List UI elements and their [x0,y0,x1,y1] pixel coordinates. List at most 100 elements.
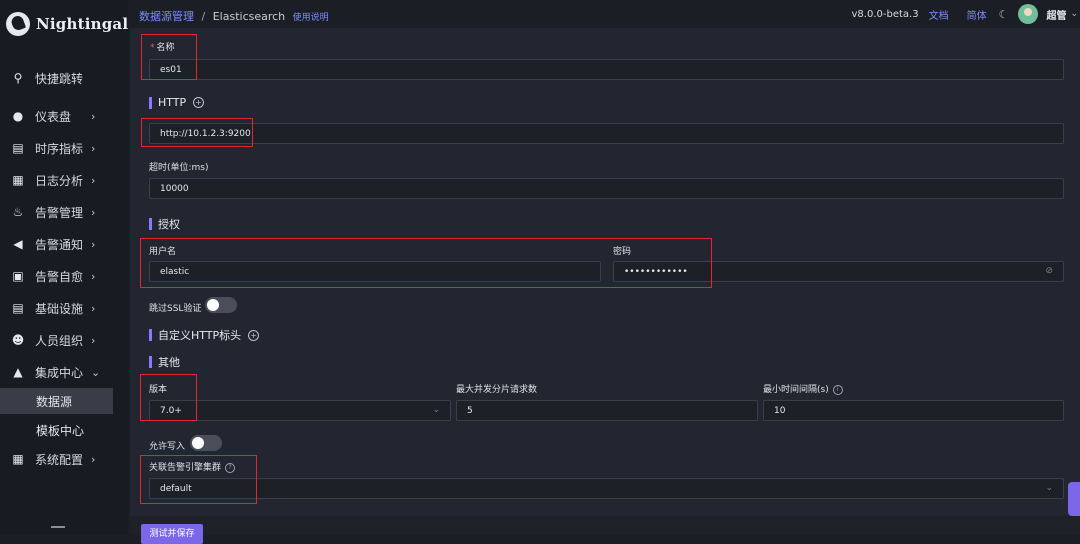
chevron-right-icon: › [91,237,96,251]
help-link[interactable]: 使用说明 [293,13,329,23]
chevron-down-icon: ⌄ [91,365,101,379]
chevron-right-icon: › [91,205,96,219]
name-label: * 名称 [150,43,175,53]
integration-icon: ▲ [13,365,23,379]
timeout-label: 超时(单位:ms) [149,163,209,173]
info-icon[interactable]: i [832,384,843,395]
timeout-input[interactable]: 10000 [149,178,1064,199]
chevron-down-icon: ⌄ [432,405,440,415]
sidebar-item-label: 日志分析 [35,173,84,188]
sidebar: Nightingale ⚲ 快捷跳转 ● 仪表盘 › ▤ 时序指标 › ▦ 日志… [0,0,138,535]
user-icon: ☻ [11,333,25,347]
topbar: 数据源管理 / Elasticsearch 使用说明 v8.0.0-beta.3… [128,0,1080,28]
sidebar-item-quick-jump[interactable]: ⚲ 快捷跳转 [0,64,128,92]
sidebar-item-logs[interactable]: ▦ 日志分析 › [0,166,128,194]
username-input[interactable]: elastic [149,261,601,282]
help-icon[interactable]: ? [225,462,236,473]
megaphone-icon: ◀ [13,237,23,251]
dashboard-icon: ● [12,109,24,123]
sidebar-item-label: 告警管理 [35,205,84,220]
log-icon: ▦ [12,173,24,187]
sidebar-item-infra[interactable]: ▤ 基础设施 › [0,294,128,322]
version-select[interactable]: 7.0+ ⌄ [149,400,451,421]
version-label: v8.0.0-beta.3 [851,8,919,20]
url-input[interactable]: http://10.1.2.3:9200 [149,123,1064,144]
sidebar-item-dashboard[interactable]: ● 仪表盘 › [0,102,128,130]
sidebar-item-label: 仪表盘 [35,109,72,124]
chart-icon: ▤ [12,141,24,155]
chevron-down-icon: ⌄ [1045,483,1053,493]
sidebar-subitem-label: 模板中心 [36,423,85,438]
bell-icon: ♨ [12,205,24,219]
username[interactable]: 超管 [1046,7,1066,22]
sidebar-item-settings[interactable]: ▦ 系统配置 › [0,445,128,473]
sidebar-subitem-label: 数据源 [36,394,73,409]
server-icon: ▤ [12,301,24,315]
max-shard-input[interactable]: 5 [456,400,758,421]
sidebar-item-label: 时序指标 [35,141,84,156]
app-name: Nightingale [36,15,138,33]
settings-icon: ▦ [12,452,24,466]
breadcrumb-datasource-link[interactable]: 数据源管理 [139,10,194,23]
cluster-label: 关联告警引擎集群? [149,460,236,473]
topbar-right: v8.0.0-beta.3 文档 简体 ☾ 超管 ⌄ [852,4,1080,24]
breadcrumb-current: Elasticsearch [212,10,286,23]
allow-write-toggle[interactable] [190,435,222,451]
allow-write-label: 允许写入 [149,442,186,452]
password-input[interactable]: •••••••••••• ⊘ [613,261,1064,282]
password-label: 密码 [613,247,632,257]
side-floating-tab[interactable] [1068,482,1080,516]
sidebar-item-alert-heal[interactable]: ▣ 告警自愈 › [0,262,128,290]
other-section-title: 其他 [149,354,180,370]
name-input[interactable]: es01 [149,59,1064,80]
theme-toggle-icon[interactable]: ☾ [999,8,1009,21]
chevron-right-icon: › [91,269,96,283]
cluster-select[interactable]: default ⌄ [149,478,1064,499]
chevron-right-icon: › [91,452,96,466]
eye-hidden-icon[interactable]: ⊘ [1045,266,1053,276]
sidebar-item-alert-notify[interactable]: ◀ 告警通知 › [0,230,128,258]
skip-ssl-label: 跳过SSL验证 [149,304,202,314]
add-http-icon[interactable]: + [193,97,205,108]
sidebar-item-org[interactable]: ☻ 人员组织 › [0,326,128,354]
sidebar-item-label: 集成中心 [35,365,84,380]
sidebar-item-label: 基础设施 [35,301,84,316]
nightingale-logo-icon [6,12,30,36]
breadcrumb-separator: / [201,10,206,23]
chevron-right-icon: › [91,141,96,155]
terminal-icon: ▣ [12,269,24,283]
sidebar-item-integration[interactable]: ▲ 集成中心 ⌄ [0,358,128,386]
breadcrumb: 数据源管理 / Elasticsearch 使用说明 [139,8,329,24]
chevron-right-icon: › [91,301,96,315]
custom-headers-section-title: 自定义HTTP标头 + [149,327,260,343]
sidebar-item-label: 告警通知 [35,237,84,252]
skip-ssl-toggle[interactable] [205,297,237,313]
version-label: 版本 [149,385,168,395]
chevron-right-icon: › [91,333,96,347]
sidebar-item-label: 人员组织 [35,333,84,348]
sidebar-item-metrics[interactable]: ▤ 时序指标 › [0,134,128,162]
collapse-menu-icon[interactable] [51,526,65,528]
sidebar-subitem-datasource[interactable]: 数据源 [0,388,113,414]
http-section-title: HTTP + [149,96,205,109]
chevron-down-icon[interactable]: ⌄ [1070,9,1078,19]
min-interval-input[interactable]: 10 [763,400,1064,421]
sidebar-item-label: 系统配置 [35,452,84,467]
auth-section-title: 授权 [149,216,180,232]
add-header-icon[interactable]: + [248,329,260,341]
sidebar-item-alert-mgmt[interactable]: ♨ 告警管理 › [0,198,128,226]
chevron-right-icon: › [91,109,96,123]
sidebar-subitem-templates[interactable]: 模板中心 [0,417,128,443]
app-logo[interactable]: Nightingale [6,12,138,36]
form-footer [130,516,1080,535]
sidebar-item-label: 快捷跳转 [35,71,84,86]
sidebar-item-label: 告警自愈 [35,269,84,284]
chevron-right-icon: › [91,173,96,187]
search-icon: ⚲ [13,71,23,85]
test-and-save-button[interactable]: 测试并保存 [141,524,203,544]
min-interval-label: 最小时间间隔(s) i [763,382,843,395]
docs-link[interactable]: 文档 [929,7,949,22]
language-switch[interactable]: 简体 [967,7,987,22]
avatar[interactable] [1018,4,1039,24]
username-label: 用户名 [149,247,177,257]
